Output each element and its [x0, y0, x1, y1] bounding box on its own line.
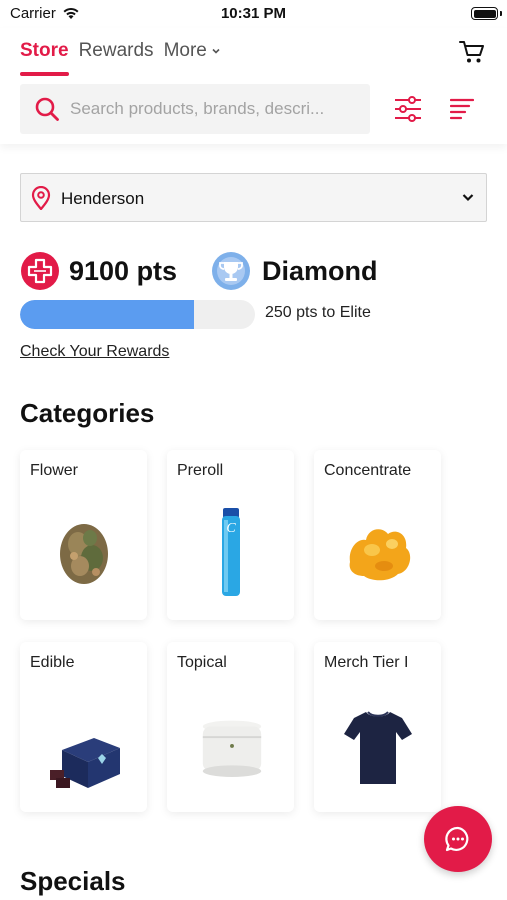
tab-more-label: More [163, 40, 207, 61]
category-card-edible[interactable]: Edible [20, 642, 147, 812]
chat-button[interactable] [424, 806, 492, 872]
category-label: Concentrate [324, 462, 412, 479]
category-card-flower[interactable]: Flower [20, 450, 147, 620]
tier-trophy-icon [212, 252, 250, 290]
category-label: Merch Tier I [324, 654, 409, 671]
category-card-topical[interactable]: Topical [167, 642, 294, 812]
sort-icon[interactable] [450, 97, 474, 121]
points-value: 9100 pts [69, 256, 178, 286]
nav-tabs: Store Rewards More [20, 40, 231, 76]
search-input[interactable]: Search products, brands, descri... [70, 99, 360, 119]
tshirt-image [344, 711, 412, 784]
tab-store[interactable]: Store [20, 40, 69, 76]
category-label: Preroll [177, 462, 224, 479]
search-box[interactable]: Search products, brands, descri... [20, 84, 370, 134]
rewards-progress-fill [20, 300, 194, 329]
preroll-tube-image: C [222, 508, 240, 596]
rewards-progress-bar [20, 300, 255, 329]
chevron-down-icon [212, 48, 220, 54]
progress-label: 250 pts to Elite [265, 304, 371, 321]
category-card-concentrate[interactable]: Concentrate [314, 450, 441, 620]
categories-title: Categories [20, 398, 155, 428]
category-label: Edible [30, 654, 75, 671]
location-select[interactable]: Henderson [20, 173, 487, 222]
header: Store Rewards More Search products, bran… [0, 28, 507, 144]
chat-bubble-icon [445, 826, 469, 852]
tier-value: Diamond [262, 256, 378, 286]
category-card-preroll[interactable]: Preroll C [167, 450, 294, 620]
tab-more[interactable]: More [164, 40, 221, 76]
category-label: Topical [177, 654, 227, 671]
svg-text:C: C [226, 521, 236, 536]
category-label: Flower [30, 462, 79, 479]
specials-title: Specials [20, 866, 126, 896]
location-value: Henderson [61, 189, 145, 208]
battery-tip [500, 11, 502, 16]
status-bar: Carrier 10:31 PM [0, 0, 507, 28]
check-rewards-link[interactable]: Check Your Rewards [20, 343, 169, 361]
flower-image [60, 524, 108, 584]
clock: 10:31 PM [220, 5, 287, 22]
points-badge-icon [21, 252, 59, 290]
location-pin-icon [31, 186, 51, 210]
filter-sliders-icon[interactable] [394, 96, 422, 122]
concentrate-image [349, 529, 411, 581]
battery-icon [471, 7, 498, 20]
edible-box-image [50, 738, 120, 788]
tab-rewards[interactable]: Rewards [79, 40, 154, 76]
chevron-down-icon [462, 194, 474, 202]
cart-icon[interactable] [459, 40, 485, 64]
search-icon [35, 97, 59, 121]
topical-jar-image [202, 720, 262, 777]
category-card-merch[interactable]: Merch Tier I [314, 642, 441, 812]
